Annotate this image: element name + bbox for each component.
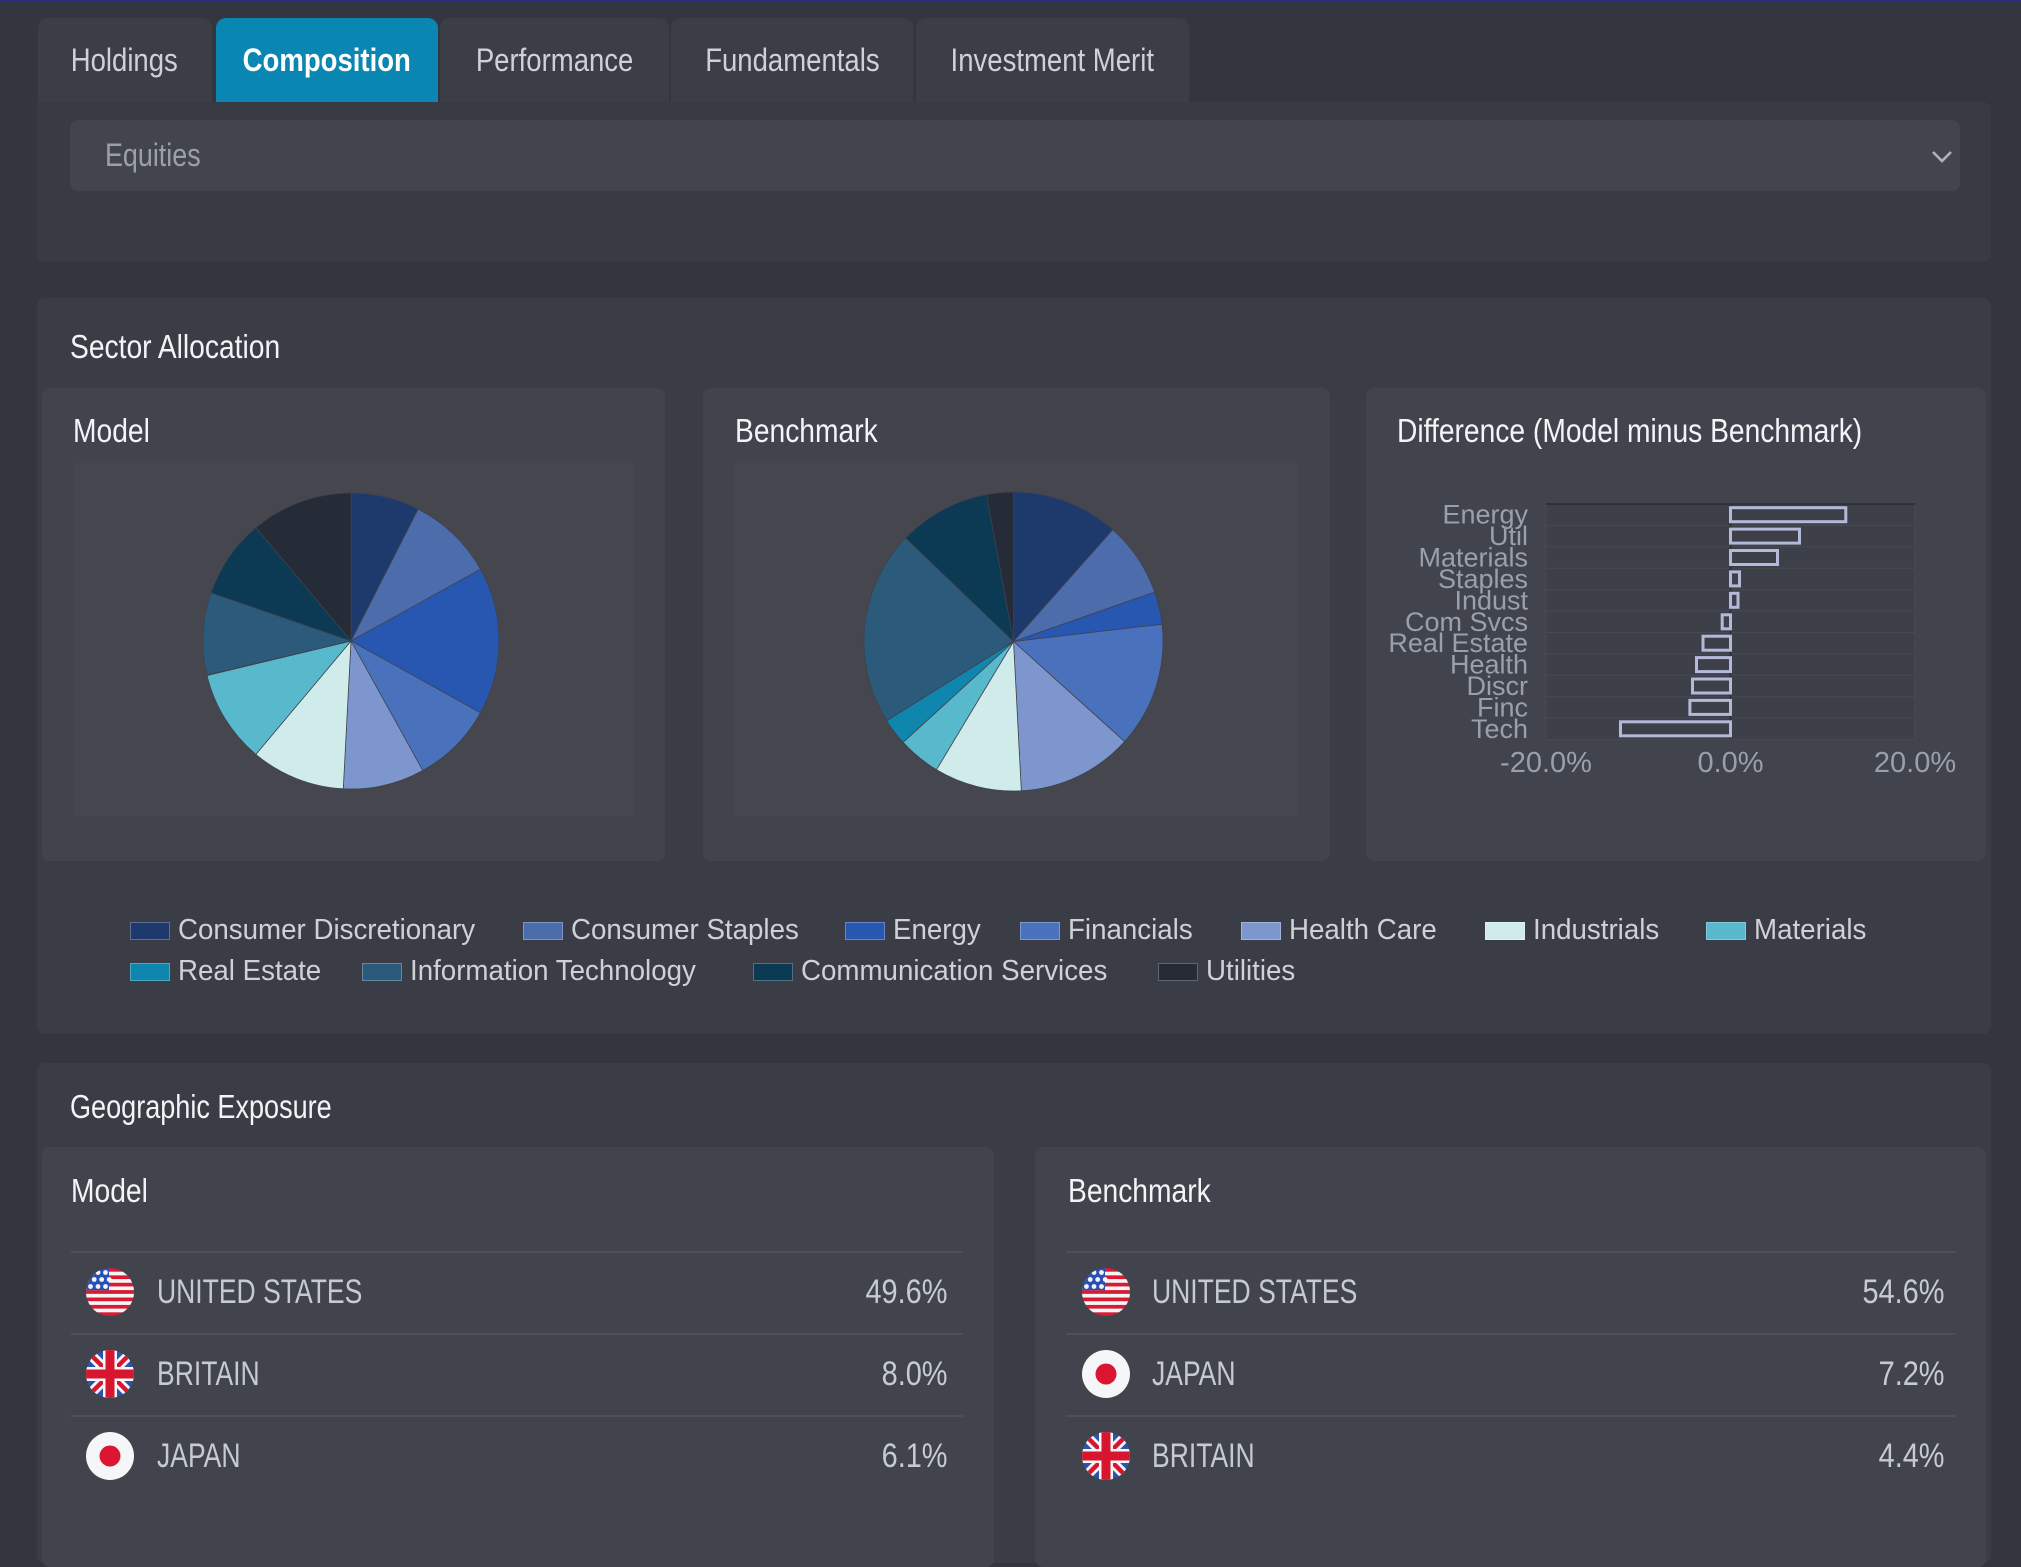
svg-text:Tech: Tech — [1471, 714, 1528, 744]
svg-text:0.0%: 0.0% — [1697, 747, 1763, 779]
svg-text:-20.0%: -20.0% — [1500, 747, 1592, 779]
svg-text:20.0%: 20.0% — [1874, 747, 1956, 779]
